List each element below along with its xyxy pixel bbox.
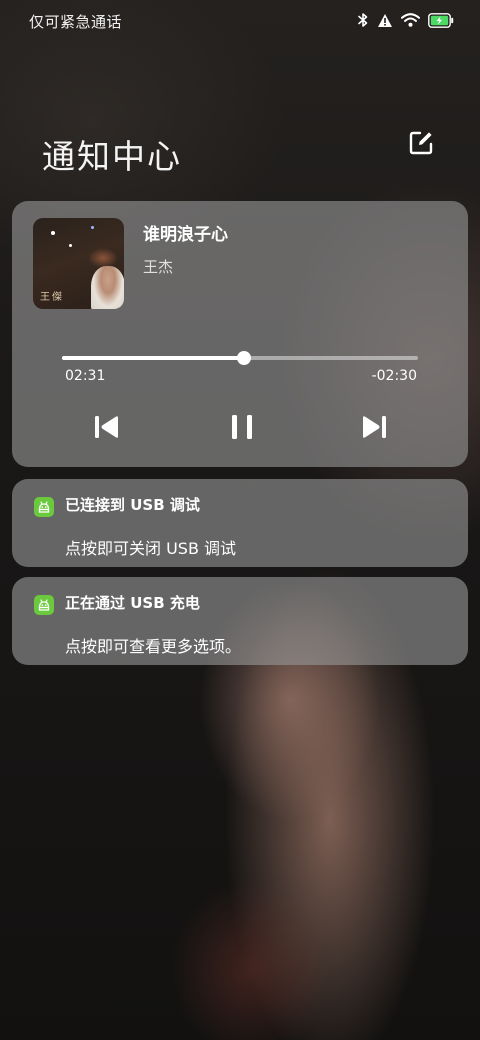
- bluetooth-icon: [357, 12, 369, 28]
- status-icons: [357, 12, 454, 28]
- album-art-artist-mark: 王傑: [40, 292, 64, 303]
- notification-body: 点按即可关闭 USB 调试: [65, 539, 237, 558]
- android-icon: [34, 595, 54, 615]
- progress-thumb[interactable]: [236, 351, 251, 365]
- album-art[interactable]: 王傑: [33, 218, 124, 309]
- android-icon: [34, 497, 54, 517]
- usb-charging-notification[interactable]: 正在通过 USB 充电 点按即可查看更多选项。: [12, 577, 468, 665]
- elapsed-time: 02:31: [65, 368, 106, 384]
- usb-debugging-notification[interactable]: 已连接到 USB 调试 点按即可关闭 USB 调试: [12, 479, 468, 567]
- previous-track-button[interactable]: [87, 409, 127, 449]
- wifi-icon: [401, 13, 420, 27]
- next-icon: [360, 414, 388, 444]
- warning-icon: [377, 13, 393, 28]
- progress-fill: [62, 356, 244, 360]
- status-bar: 仅可紧急通话: [0, 0, 480, 42]
- next-track-button[interactable]: [354, 409, 394, 449]
- carrier-status-text: 仅可紧急通话: [29, 13, 123, 31]
- remaining-time: -02:30: [371, 368, 417, 384]
- track-title: 谁明浪子心: [143, 225, 228, 245]
- pause-icon: [228, 413, 256, 445]
- pause-button[interactable]: [222, 409, 262, 449]
- track-artist: 王杰: [143, 258, 174, 276]
- playback-progress-slider[interactable]: [62, 351, 418, 365]
- battery-charging-icon: [428, 12, 454, 28]
- previous-icon: [93, 414, 121, 444]
- media-player-card[interactable]: 王傑 谁明浪子心 王杰 02:31 -02:30: [12, 201, 468, 467]
- edit-button[interactable]: [402, 126, 440, 164]
- notification-title: 已连接到 USB 调试: [65, 496, 200, 514]
- notification-title: 正在通过 USB 充电: [65, 594, 200, 612]
- notification-center-title: 通知中心: [42, 137, 182, 176]
- notification-body: 点按即可查看更多选项。: [65, 637, 242, 656]
- edit-icon: [407, 129, 435, 161]
